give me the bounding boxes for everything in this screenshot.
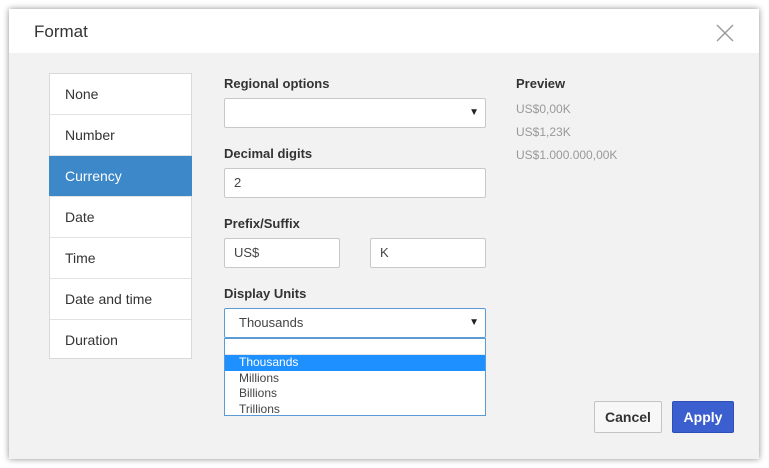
display-units-value: Thousands (239, 315, 304, 330)
close-button[interactable] (714, 22, 736, 44)
preview-line: US$0,00K (516, 102, 571, 116)
display-units-select[interactable]: Thousands ▼ (224, 308, 486, 338)
regional-options-select[interactable]: ▼ (224, 98, 486, 128)
dropdown-option-thousands[interactable]: Thousands (225, 355, 485, 371)
category-currency[interactable]: Currency (49, 156, 192, 197)
display-units-dropdown: Thousands Millions Billions Trillions (224, 338, 486, 416)
category-none[interactable]: None (50, 74, 191, 115)
category-duration[interactable]: Duration (50, 320, 191, 361)
category-date-and-time[interactable]: Date and time (50, 279, 191, 320)
preview-label: Preview (516, 76, 566, 91)
apply-button[interactable]: Apply (672, 401, 734, 433)
dialog-title: Format (34, 22, 88, 41)
display-units-label: Display Units (224, 286, 307, 301)
caret-down-icon: ▼ (469, 317, 479, 328)
format-dialog: Format None Number Currency Date Time Da… (9, 9, 759, 459)
regional-options-label: Regional options (224, 76, 330, 91)
format-category-list: None Number Currency Date Time Date and … (49, 73, 192, 359)
category-date[interactable]: Date (50, 197, 191, 238)
dropdown-option-millions[interactable]: Millions (225, 371, 485, 387)
dialog-header: Format (9, 9, 759, 53)
dropdown-option-billions[interactable]: Billions (225, 386, 485, 402)
dropdown-search-field[interactable] (225, 339, 485, 355)
decimal-digits-input[interactable]: 2 (224, 168, 486, 198)
preview-line: US$1.000.000,00K (516, 148, 618, 162)
preview-line: US$1,23K (516, 125, 571, 139)
decimal-digits-label: Decimal digits (224, 146, 313, 161)
category-time[interactable]: Time (50, 238, 191, 279)
suffix-input[interactable]: K (370, 238, 486, 268)
prefix-input[interactable]: US$ (224, 238, 340, 268)
prefix-suffix-label: Prefix/Suffix (224, 216, 300, 231)
category-number[interactable]: Number (50, 115, 191, 156)
close-icon (716, 24, 734, 42)
caret-down-icon: ▼ (469, 107, 479, 118)
dropdown-option-trillions[interactable]: Trillions (225, 402, 485, 418)
cancel-button[interactable]: Cancel (594, 401, 662, 433)
